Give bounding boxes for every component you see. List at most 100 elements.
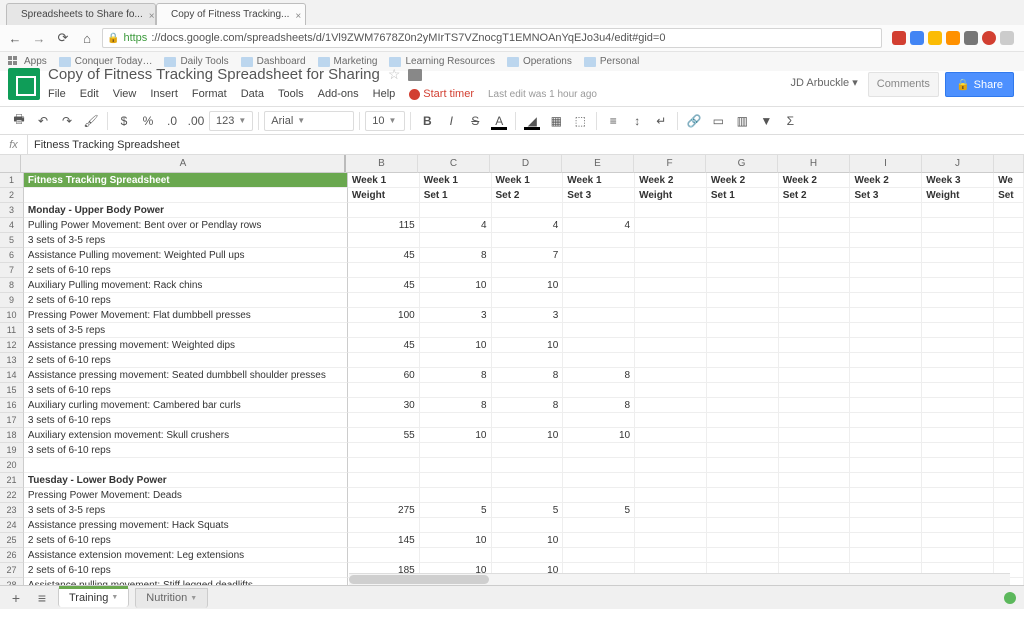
document-title[interactable]: Copy of Fitness Tracking Spreadsheet for… (48, 66, 380, 83)
cell[interactable]: 2 sets of 6-10 reps (24, 293, 348, 308)
cell[interactable] (635, 233, 707, 248)
cell[interactable] (922, 218, 994, 233)
cell[interactable]: 8 (492, 398, 564, 413)
cell[interactable] (994, 398, 1024, 413)
cell[interactable] (779, 443, 851, 458)
cell[interactable] (994, 278, 1024, 293)
row-header[interactable]: 26 (0, 548, 24, 563)
column-header[interactable]: G (706, 155, 778, 173)
cell[interactable] (563, 353, 635, 368)
cell[interactable] (707, 533, 779, 548)
cell[interactable] (420, 473, 492, 488)
comment-icon[interactable]: ▭ (707, 110, 729, 132)
cell[interactable] (779, 458, 851, 473)
cell[interactable]: Week 2 (635, 173, 707, 188)
column-header[interactable]: C (418, 155, 490, 173)
cell[interactable] (635, 308, 707, 323)
cell[interactable] (922, 323, 994, 338)
cell[interactable] (850, 368, 922, 383)
cell[interactable]: Pressing Power Movement: Flat dumbbell p… (24, 308, 348, 323)
cell[interactable]: Auxiliary Pulling movement: Rack chins (24, 278, 348, 293)
cell[interactable]: 145 (348, 533, 420, 548)
cell[interactable] (779, 488, 851, 503)
cell[interactable]: Set 3 (850, 188, 922, 203)
cell[interactable]: 5 (563, 503, 635, 518)
cell[interactable]: 10 (420, 278, 492, 293)
format-more[interactable]: 123▼ (209, 111, 253, 131)
cell[interactable] (994, 353, 1024, 368)
cell[interactable] (850, 293, 922, 308)
cell[interactable] (779, 533, 851, 548)
cell[interactable]: 10 (492, 533, 564, 548)
cell[interactable] (635, 533, 707, 548)
user-name[interactable]: JD Arbuckle ▾ (790, 76, 857, 89)
cell[interactable]: Week 3 (922, 173, 994, 188)
cell[interactable]: Monday - Upper Body Power (24, 203, 348, 218)
row-header[interactable]: 19 (0, 443, 24, 458)
ext-icon[interactable] (964, 31, 978, 45)
cell[interactable]: 8 (420, 398, 492, 413)
bold-icon[interactable]: B (416, 110, 438, 132)
cell[interactable]: 2 sets of 6-10 reps (24, 263, 348, 278)
row-header[interactable]: 10 (0, 308, 24, 323)
paint-format-icon[interactable]: 🖌 (80, 110, 102, 132)
cell[interactable]: 10 (420, 338, 492, 353)
cell[interactable] (850, 338, 922, 353)
cell[interactable] (635, 248, 707, 263)
cell[interactable]: 45 (348, 278, 420, 293)
cell[interactable]: Week 1 (348, 173, 420, 188)
cell[interactable]: Auxiliary curling movement: Cambered bar… (24, 398, 348, 413)
cell[interactable] (850, 413, 922, 428)
cell[interactable]: Weight (348, 188, 420, 203)
cell[interactable] (635, 368, 707, 383)
cell[interactable] (563, 308, 635, 323)
spreadsheet-grid[interactable]: ABCDEFGHIJ 1Fitness Tracking Spreadsheet… (0, 155, 1024, 609)
cell[interactable]: 10 (492, 428, 564, 443)
cell[interactable] (348, 323, 420, 338)
cell[interactable] (635, 428, 707, 443)
chart-icon[interactable]: ▥ (731, 110, 753, 132)
row-header[interactable]: 20 (0, 458, 24, 473)
print-icon[interactable]: 🖶 (8, 110, 30, 132)
cell[interactable] (24, 458, 348, 473)
wrap-icon[interactable]: ↵ (650, 110, 672, 132)
row-header[interactable]: 25 (0, 533, 24, 548)
cell[interactable]: Pulling Power Movement: Bent over or Pen… (24, 218, 348, 233)
cell[interactable] (420, 293, 492, 308)
explore-icon[interactable] (1004, 592, 1016, 604)
cell[interactable] (492, 383, 564, 398)
row-header[interactable]: 2 (0, 188, 24, 203)
cell[interactable] (994, 518, 1024, 533)
star-icon[interactable]: ☆ (388, 66, 401, 83)
cell[interactable] (420, 548, 492, 563)
cell[interactable] (348, 548, 420, 563)
cell[interactable] (922, 398, 994, 413)
cell[interactable] (563, 413, 635, 428)
cell[interactable] (707, 248, 779, 263)
cell[interactable]: Week 2 (779, 173, 851, 188)
cell[interactable] (707, 458, 779, 473)
cell[interactable] (563, 383, 635, 398)
cell[interactable] (635, 503, 707, 518)
cell[interactable]: Set (994, 188, 1024, 203)
cell[interactable]: 275 (348, 503, 420, 518)
cell[interactable] (635, 398, 707, 413)
cell[interactable] (922, 503, 994, 518)
cell[interactable]: Week 2 (707, 173, 779, 188)
horizontal-scrollbar[interactable] (349, 573, 1010, 585)
cell[interactable] (707, 503, 779, 518)
cell[interactable] (492, 203, 564, 218)
row-header[interactable]: 27 (0, 563, 24, 578)
row-header[interactable]: 7 (0, 263, 24, 278)
cell[interactable] (635, 263, 707, 278)
cell[interactable] (707, 263, 779, 278)
cell[interactable]: Set 1 (420, 188, 492, 203)
cell[interactable]: 3 sets of 3-5 reps (24, 233, 348, 248)
share-button[interactable]: 🔒Share (945, 72, 1014, 97)
cell[interactable]: Tuesday - Lower Body Power (24, 473, 348, 488)
cell[interactable]: Set 2 (492, 188, 564, 203)
column-header[interactable]: I (850, 155, 922, 173)
cell[interactable]: 10 (492, 278, 564, 293)
sheets-logo[interactable] (8, 68, 40, 100)
column-header[interactable]: B (346, 155, 418, 173)
